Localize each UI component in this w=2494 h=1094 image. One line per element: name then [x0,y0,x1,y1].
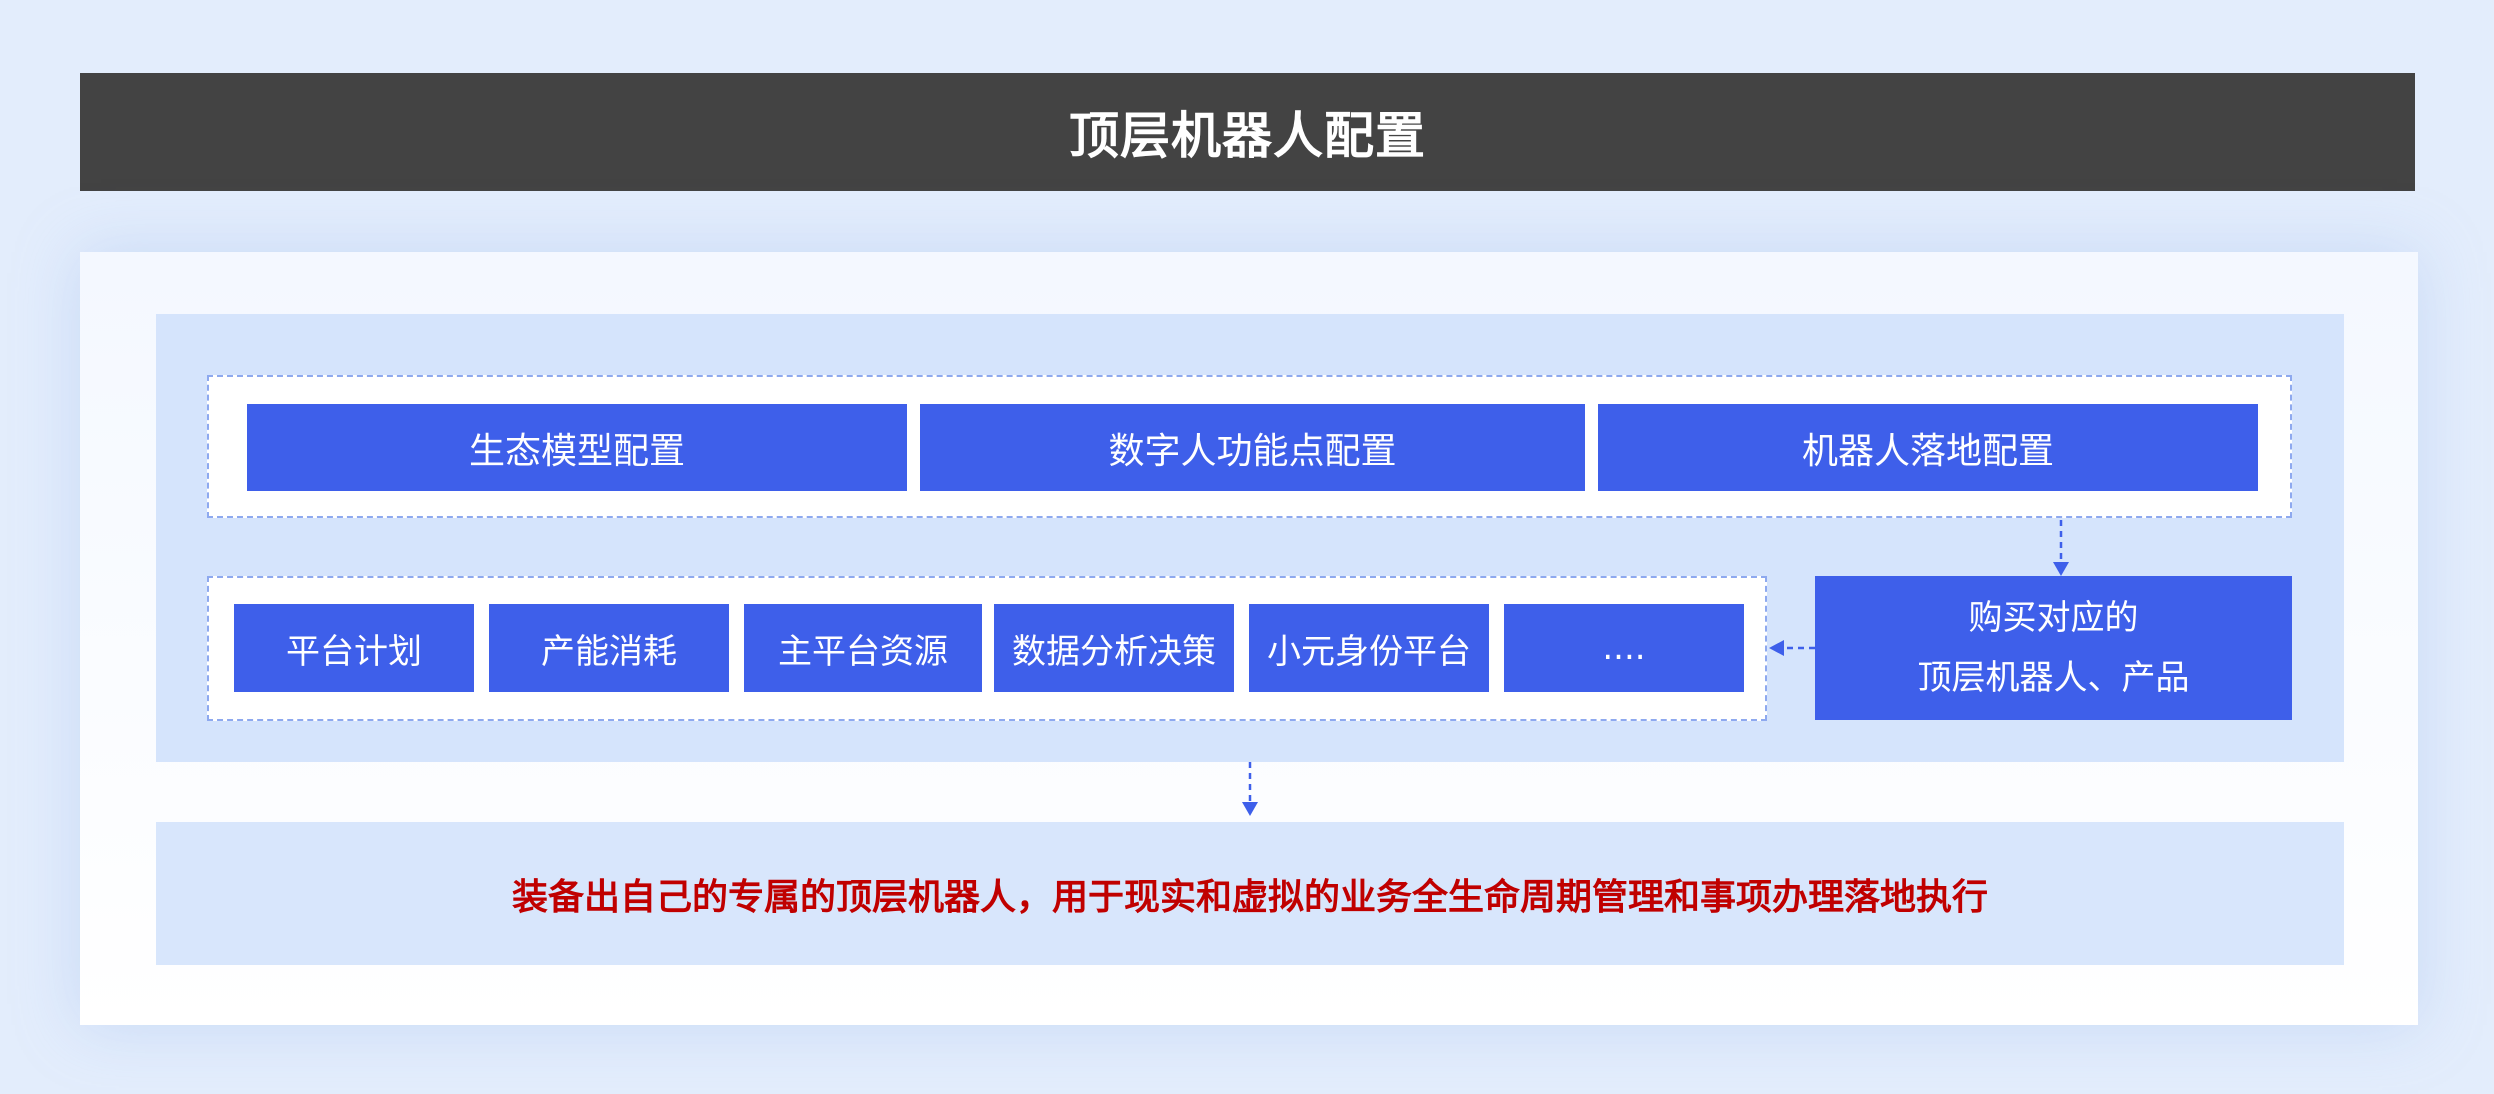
arrow-down-to-result [1242,762,1258,816]
arrow-down-to-purchase [2053,520,2069,576]
arrow-left-to-modules [1769,640,1815,656]
connector-arrows [1242,520,2069,816]
